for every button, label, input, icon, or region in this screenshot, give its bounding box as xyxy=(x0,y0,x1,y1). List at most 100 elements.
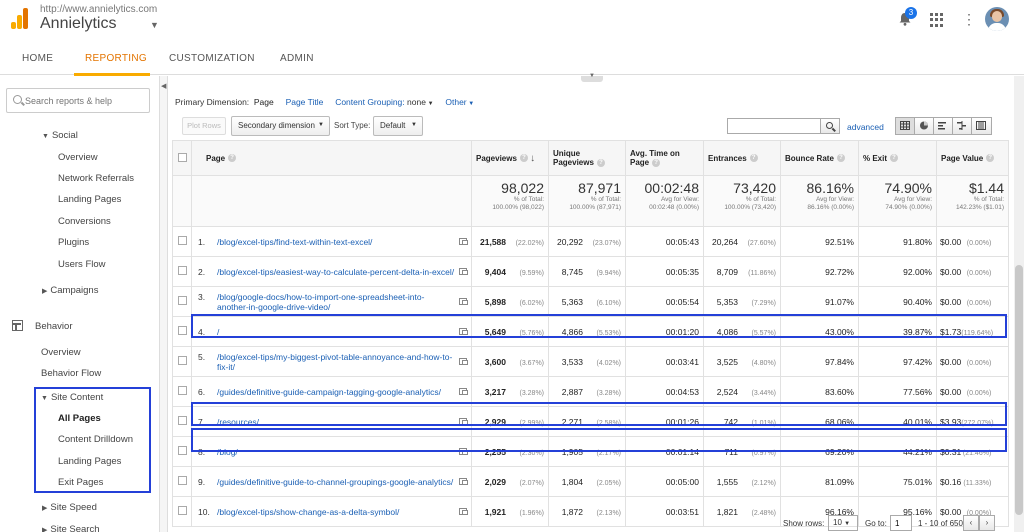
analytics-logo-icon[interactable] xyxy=(11,7,29,29)
prev-page-icon[interactable]: ‹ xyxy=(963,515,979,531)
row-checkbox[interactable] xyxy=(177,386,187,395)
page-link[interactable]: /blog/excel-tips/my-biggest-pivot-table-… xyxy=(217,352,455,372)
pie-view-button[interactable] xyxy=(915,118,934,134)
tab-reporting[interactable]: REPORTING xyxy=(85,53,147,64)
row-index: 6. xyxy=(198,386,206,397)
dimension-page[interactable]: Page xyxy=(254,97,274,107)
row-checkbox[interactable] xyxy=(177,296,187,305)
open-external-icon[interactable] xyxy=(459,297,468,305)
table-view-button[interactable] xyxy=(896,118,915,134)
row-checkbox[interactable] xyxy=(177,266,187,275)
dimension-content-grouping[interactable]: Content Grouping: xyxy=(335,97,404,107)
header-page[interactable]: Page? xyxy=(191,140,472,176)
sidebar-item-behavior[interactable]: Behavior xyxy=(35,321,73,332)
page-link[interactable]: /guides/definitive-guide-to-channel-grou… xyxy=(217,477,453,487)
goto-input[interactable] xyxy=(890,515,912,531)
table-row[interactable]: 1. /blog/excel-tips/find-text-within-text… xyxy=(172,226,1009,257)
table-row[interactable]: 5. /blog/excel-tips/my-biggest-pivot-tabl… xyxy=(172,346,1009,377)
bounce-rate-cell: 81.09% xyxy=(780,466,859,497)
sidebar-item-behavior-overview[interactable]: Overview xyxy=(41,347,81,358)
sort-type-dropdown[interactable]: Default ▼ xyxy=(373,116,423,136)
next-page-icon[interactable]: › xyxy=(979,515,995,531)
advanced-filter-link[interactable]: advanced xyxy=(847,122,884,132)
avatar[interactable] xyxy=(985,7,1009,31)
search-input[interactable] xyxy=(25,93,145,108)
dimension-other[interactable]: Other xyxy=(445,97,466,107)
page-value-cell: $0.00 (0.00%) xyxy=(936,226,1009,257)
open-external-icon[interactable] xyxy=(459,237,468,245)
header-page-value[interactable]: Page Value? xyxy=(936,140,1009,176)
page-link[interactable]: /blog/excel-tips/find-text-within-text-e… xyxy=(217,237,372,247)
help-icon[interactable]: ? xyxy=(890,154,899,163)
comparison-view-button[interactable] xyxy=(953,118,972,134)
sidebar-item-conversions[interactable]: Conversions xyxy=(58,216,111,227)
row-checkbox[interactable] xyxy=(177,416,187,425)
sidebar-item-campaigns[interactable]: ▶ Campaigns xyxy=(42,285,98,296)
entrances-cell: 5,353 (7.29%) xyxy=(703,286,781,317)
total-page-value: $1.44% of Total: 142.23% ($1.01) xyxy=(936,175,1009,227)
help-icon[interactable]: ? xyxy=(836,154,845,163)
sidebar-item-social-overview[interactable]: Overview xyxy=(58,152,98,163)
table-filter-input[interactable] xyxy=(727,118,821,134)
help-icon[interactable]: ? xyxy=(228,154,237,163)
sidebar-item-social[interactable]: ▼ Social xyxy=(42,130,78,141)
graph-toggle-handle[interactable]: ▼ xyxy=(581,73,603,82)
account-selector[interactable]: Annielytics xyxy=(40,15,116,33)
table-row[interactable]: 3. /blog/google-docs/how-to-import-one-sp… xyxy=(172,286,1009,317)
header-pageviews[interactable]: Pageviews? ↓ xyxy=(471,140,549,176)
row-checkbox[interactable] xyxy=(177,446,187,455)
sidebar-item-plugins[interactable]: Plugins xyxy=(58,237,89,248)
page-link[interactable]: /blog/excel-tips/easiest-way-to-calculat… xyxy=(217,267,454,277)
help-icon[interactable]: ? xyxy=(519,154,528,163)
row-checkbox[interactable] xyxy=(177,326,187,335)
sidebar-item-social-landing-pages[interactable]: Landing Pages xyxy=(58,194,121,205)
row-checkbox[interactable] xyxy=(177,356,187,365)
sidebar-item-site-search[interactable]: ▶ Site Search xyxy=(42,524,100,532)
open-external-icon[interactable] xyxy=(459,357,468,365)
dimension-page-title[interactable]: Page Title xyxy=(286,97,324,107)
more-options-icon[interactable]: ⋮ xyxy=(962,11,976,28)
open-external-icon[interactable] xyxy=(459,267,468,275)
tab-admin[interactable]: ADMIN xyxy=(280,53,314,64)
sidebar-item-users-flow[interactable]: Users Flow xyxy=(58,259,106,270)
sidebar-collapse-strip[interactable] xyxy=(160,76,168,532)
help-icon[interactable]: ? xyxy=(986,154,995,163)
apps-grid-icon[interactable] xyxy=(930,13,944,27)
header-avg-time[interactable]: Avg. Time on Page? xyxy=(625,140,704,176)
performance-view-button[interactable] xyxy=(934,118,953,134)
row-checkbox[interactable] xyxy=(177,476,187,485)
show-rows-dropdown[interactable]: 10 ▼ xyxy=(828,515,858,531)
help-icon[interactable]: ? xyxy=(749,154,758,163)
pivot-view-button[interactable] xyxy=(972,118,991,134)
tab-home[interactable]: HOME xyxy=(22,53,53,64)
tab-customization[interactable]: CUSTOMIZATION xyxy=(169,53,255,64)
row-checkbox-cell xyxy=(172,256,192,287)
sidebar-item-network-referrals[interactable]: Network Referrals xyxy=(58,173,134,184)
open-external-icon[interactable] xyxy=(459,387,468,395)
total-bounce-rate: 86.16% Avg for View: 86.16% (0.00%) xyxy=(780,175,859,227)
table-row[interactable]: 2. /blog/excel-tips/easiest-way-to-calcul… xyxy=(172,256,1009,287)
scrollbar-thumb[interactable] xyxy=(1015,265,1023,515)
secondary-dimension-dropdown[interactable]: Secondary dimension ▼ xyxy=(231,116,330,136)
collapse-left-icon[interactable]: ◀ xyxy=(161,82,166,90)
row-checkbox[interactable] xyxy=(177,236,187,245)
page-link[interactable]: /guides/definitive-guide-campaign-taggin… xyxy=(217,387,441,397)
table-row[interactable]: 9. /guides/definitive-guide-to-channel-gr… xyxy=(172,466,1009,497)
header-exit[interactable]: % Exit? xyxy=(858,140,937,176)
sidebar-item-behavior-flow[interactable]: Behavior Flow xyxy=(41,368,101,379)
header-entrances[interactable]: Entrances? xyxy=(703,140,781,176)
unique-pageviews-cell: 20,292 (23.07%) xyxy=(548,226,626,257)
content-grouping-value[interactable]: none xyxy=(407,97,426,107)
select-all-checkbox[interactable] xyxy=(177,152,187,162)
search-reports-box[interactable] xyxy=(6,88,150,113)
sidebar-item-site-speed[interactable]: ▶ Site Speed xyxy=(42,502,97,513)
page-link[interactable]: /blog/google-docs/how-to-import-one-spre… xyxy=(217,292,455,312)
open-external-icon[interactable] xyxy=(459,477,468,485)
help-icon[interactable]: ? xyxy=(596,158,605,167)
header-unique-pageviews[interactable]: Unique Pageviews? xyxy=(548,140,626,176)
table-search-button[interactable] xyxy=(820,118,840,134)
caret-down-icon[interactable]: ▼ xyxy=(150,20,159,30)
header-bounce-rate[interactable]: Bounce Rate? xyxy=(780,140,859,176)
plot-rows-button[interactable]: Plot Rows xyxy=(182,117,226,135)
help-icon[interactable]: ? xyxy=(652,158,661,167)
